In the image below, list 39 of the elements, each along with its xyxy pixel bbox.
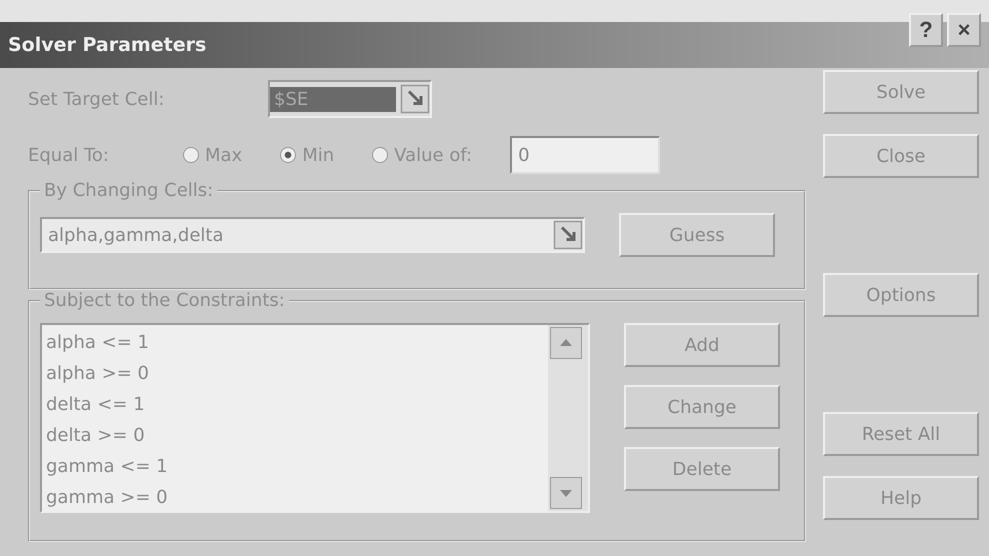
constraint-item[interactable]: alpha >= 0 — [46, 358, 544, 389]
constraint-item[interactable]: alpha <= 1 — [46, 327, 544, 358]
radio-option[interactable]: Min — [280, 144, 334, 166]
target-cell-label: Set Target Cell: — [28, 88, 166, 110]
constraint-button[interactable]: Add — [624, 323, 780, 367]
close-button[interactable]: × — [947, 13, 981, 47]
window-title: Solver Parameters — [8, 34, 206, 56]
scroll-down-icon[interactable] — [550, 477, 582, 509]
radio-button[interactable] — [183, 147, 199, 163]
radio-option[interactable]: Value of: — [372, 144, 472, 166]
scrollbar[interactable] — [548, 325, 588, 511]
target-cell-field[interactable]: $SE — [268, 80, 432, 118]
constraint-item[interactable]: gamma >= 0 — [46, 482, 544, 513]
changing-cells-value: alpha,gamma,delta — [48, 224, 224, 246]
radio-option[interactable]: Max — [183, 144, 242, 166]
constraint-item[interactable]: gamma <= 1 — [46, 451, 544, 482]
dialog-button[interactable]: Options — [823, 273, 979, 317]
constraints-label: Subject to the Constraints: — [43, 290, 286, 311]
dialog-button[interactable]: Solve — [823, 70, 979, 114]
equal-to-label: Equal To: — [28, 144, 110, 166]
dialog-button[interactable]: Help — [823, 476, 979, 520]
changing-cells-field[interactable]: alpha,gamma,delta — [40, 217, 585, 253]
constraint-item[interactable]: delta >= 0 — [46, 420, 544, 451]
scroll-up-icon[interactable] — [550, 327, 582, 359]
value-of-field[interactable]: 0 — [510, 136, 660, 174]
constraint-button[interactable]: Change — [624, 385, 780, 429]
radio-button[interactable] — [280, 147, 296, 163]
changing-cells-label: By Changing Cells: — [43, 180, 214, 201]
target-cell-value: $SE — [270, 86, 396, 112]
constraints-list[interactable]: alpha <= 1 alpha >= 0 delta <= 1 delta >= 0 gamma <= 1 gamma >= 0 — [40, 323, 590, 513]
collapse-dialog-icon[interactable] — [400, 84, 430, 114]
guess-button[interactable]: Guess — [619, 213, 775, 257]
dialog-button[interactable]: Reset All — [823, 412, 979, 456]
constraint-item[interactable]: delta <= 1 — [46, 389, 544, 420]
dialog-button[interactable]: Close — [823, 134, 979, 178]
help-title-button[interactable]: ? — [909, 13, 943, 47]
radio-button[interactable] — [372, 147, 388, 163]
constraint-button[interactable]: Delete — [624, 447, 780, 491]
collapse-dialog-icon[interactable] — [553, 220, 583, 250]
